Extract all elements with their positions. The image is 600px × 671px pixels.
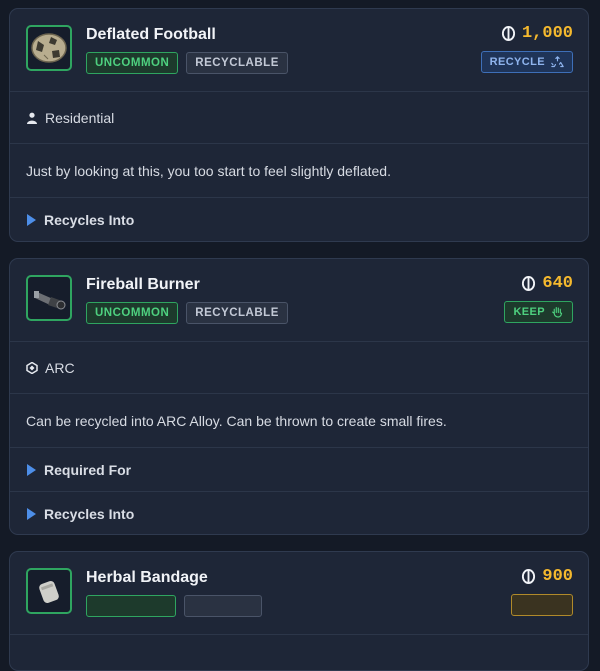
category-badge bbox=[184, 595, 262, 617]
location-label: Residential bbox=[45, 109, 115, 126]
price-value: 640 bbox=[542, 274, 573, 293]
item-card[interactable]: Fireball Burner UNCOMMON RECYCLABLE 640 … bbox=[9, 258, 589, 535]
item-card-header: Deflated Football UNCOMMON RECYCLABLE 1,… bbox=[10, 9, 588, 92]
item-name: Deflated Football bbox=[86, 26, 216, 43]
keep-button[interactable]: KEEP bbox=[504, 301, 573, 323]
item-name: Herbal Bandage bbox=[86, 569, 208, 586]
arc-icon bbox=[26, 361, 38, 374]
expand-arrow-icon bbox=[27, 214, 36, 226]
item-card[interactable]: Deflated Football UNCOMMON RECYCLABLE 1,… bbox=[9, 8, 589, 242]
person-icon bbox=[27, 112, 37, 124]
coin-icon bbox=[522, 276, 536, 291]
rarity-badge bbox=[86, 595, 176, 617]
price-value: 1,000 bbox=[521, 24, 573, 43]
rarity-badge: UNCOMMON bbox=[86, 302, 179, 324]
recycles-into-toggle[interactable]: Recycles Into bbox=[10, 198, 588, 241]
item-location: ARC bbox=[10, 342, 588, 394]
section-label: Required For bbox=[44, 461, 132, 478]
recycles-into-toggle[interactable]: Recycles Into bbox=[10, 492, 588, 534]
recycle-button[interactable]: RECYCLE bbox=[480, 51, 573, 73]
item-thumbnail bbox=[26, 25, 72, 71]
item-badges: UNCOMMON RECYCLABLE bbox=[86, 302, 288, 324]
item-location: Residential bbox=[10, 92, 588, 144]
section-label: Recycles Into bbox=[44, 506, 135, 522]
item-thumbnail bbox=[26, 568, 72, 614]
action-label: RECYCLE bbox=[489, 56, 545, 68]
action-button[interactable] bbox=[511, 594, 573, 616]
location-label: ARC bbox=[45, 359, 75, 376]
category-badge: RECYCLABLE bbox=[186, 52, 288, 74]
item-thumbnail bbox=[26, 275, 72, 321]
bandage-icon bbox=[39, 580, 59, 604]
item-badges bbox=[86, 595, 262, 617]
action-label: KEEP bbox=[513, 306, 545, 318]
expand-arrow-icon bbox=[27, 463, 36, 476]
item-card[interactable]: Herbal Bandage 900 bbox=[9, 551, 589, 671]
item-badges: UNCOMMON RECYCLABLE bbox=[86, 52, 288, 74]
item-description: Can be recycled into ARC Alloy. Can be t… bbox=[10, 394, 588, 448]
item-description: Just by looking at this, you too start t… bbox=[10, 144, 588, 198]
item-price: 640 bbox=[521, 274, 573, 293]
price-value: 900 bbox=[542, 567, 573, 586]
item-name: Fireball Burner bbox=[86, 276, 200, 293]
burner-icon bbox=[34, 291, 66, 310]
coin-icon bbox=[501, 26, 516, 41]
rarity-badge: UNCOMMON bbox=[86, 52, 179, 74]
item-price: 900 bbox=[521, 567, 573, 586]
item-price: 1,000 bbox=[501, 24, 573, 43]
recycle-icon bbox=[551, 55, 564, 67]
item-card-header: Herbal Bandage 900 bbox=[10, 552, 588, 635]
coin-icon bbox=[522, 569, 536, 584]
section-label: Recycles Into bbox=[44, 212, 135, 228]
category-badge: RECYCLABLE bbox=[186, 302, 288, 324]
football-icon bbox=[31, 33, 67, 63]
expand-arrow-icon bbox=[27, 508, 36, 520]
hand-icon bbox=[552, 306, 563, 318]
item-list: Deflated Football UNCOMMON RECYCLABLE 1,… bbox=[0, 0, 600, 671]
required-for-toggle[interactable]: Required For bbox=[10, 448, 588, 492]
item-card-header: Fireball Burner UNCOMMON RECYCLABLE 640 … bbox=[10, 259, 588, 342]
